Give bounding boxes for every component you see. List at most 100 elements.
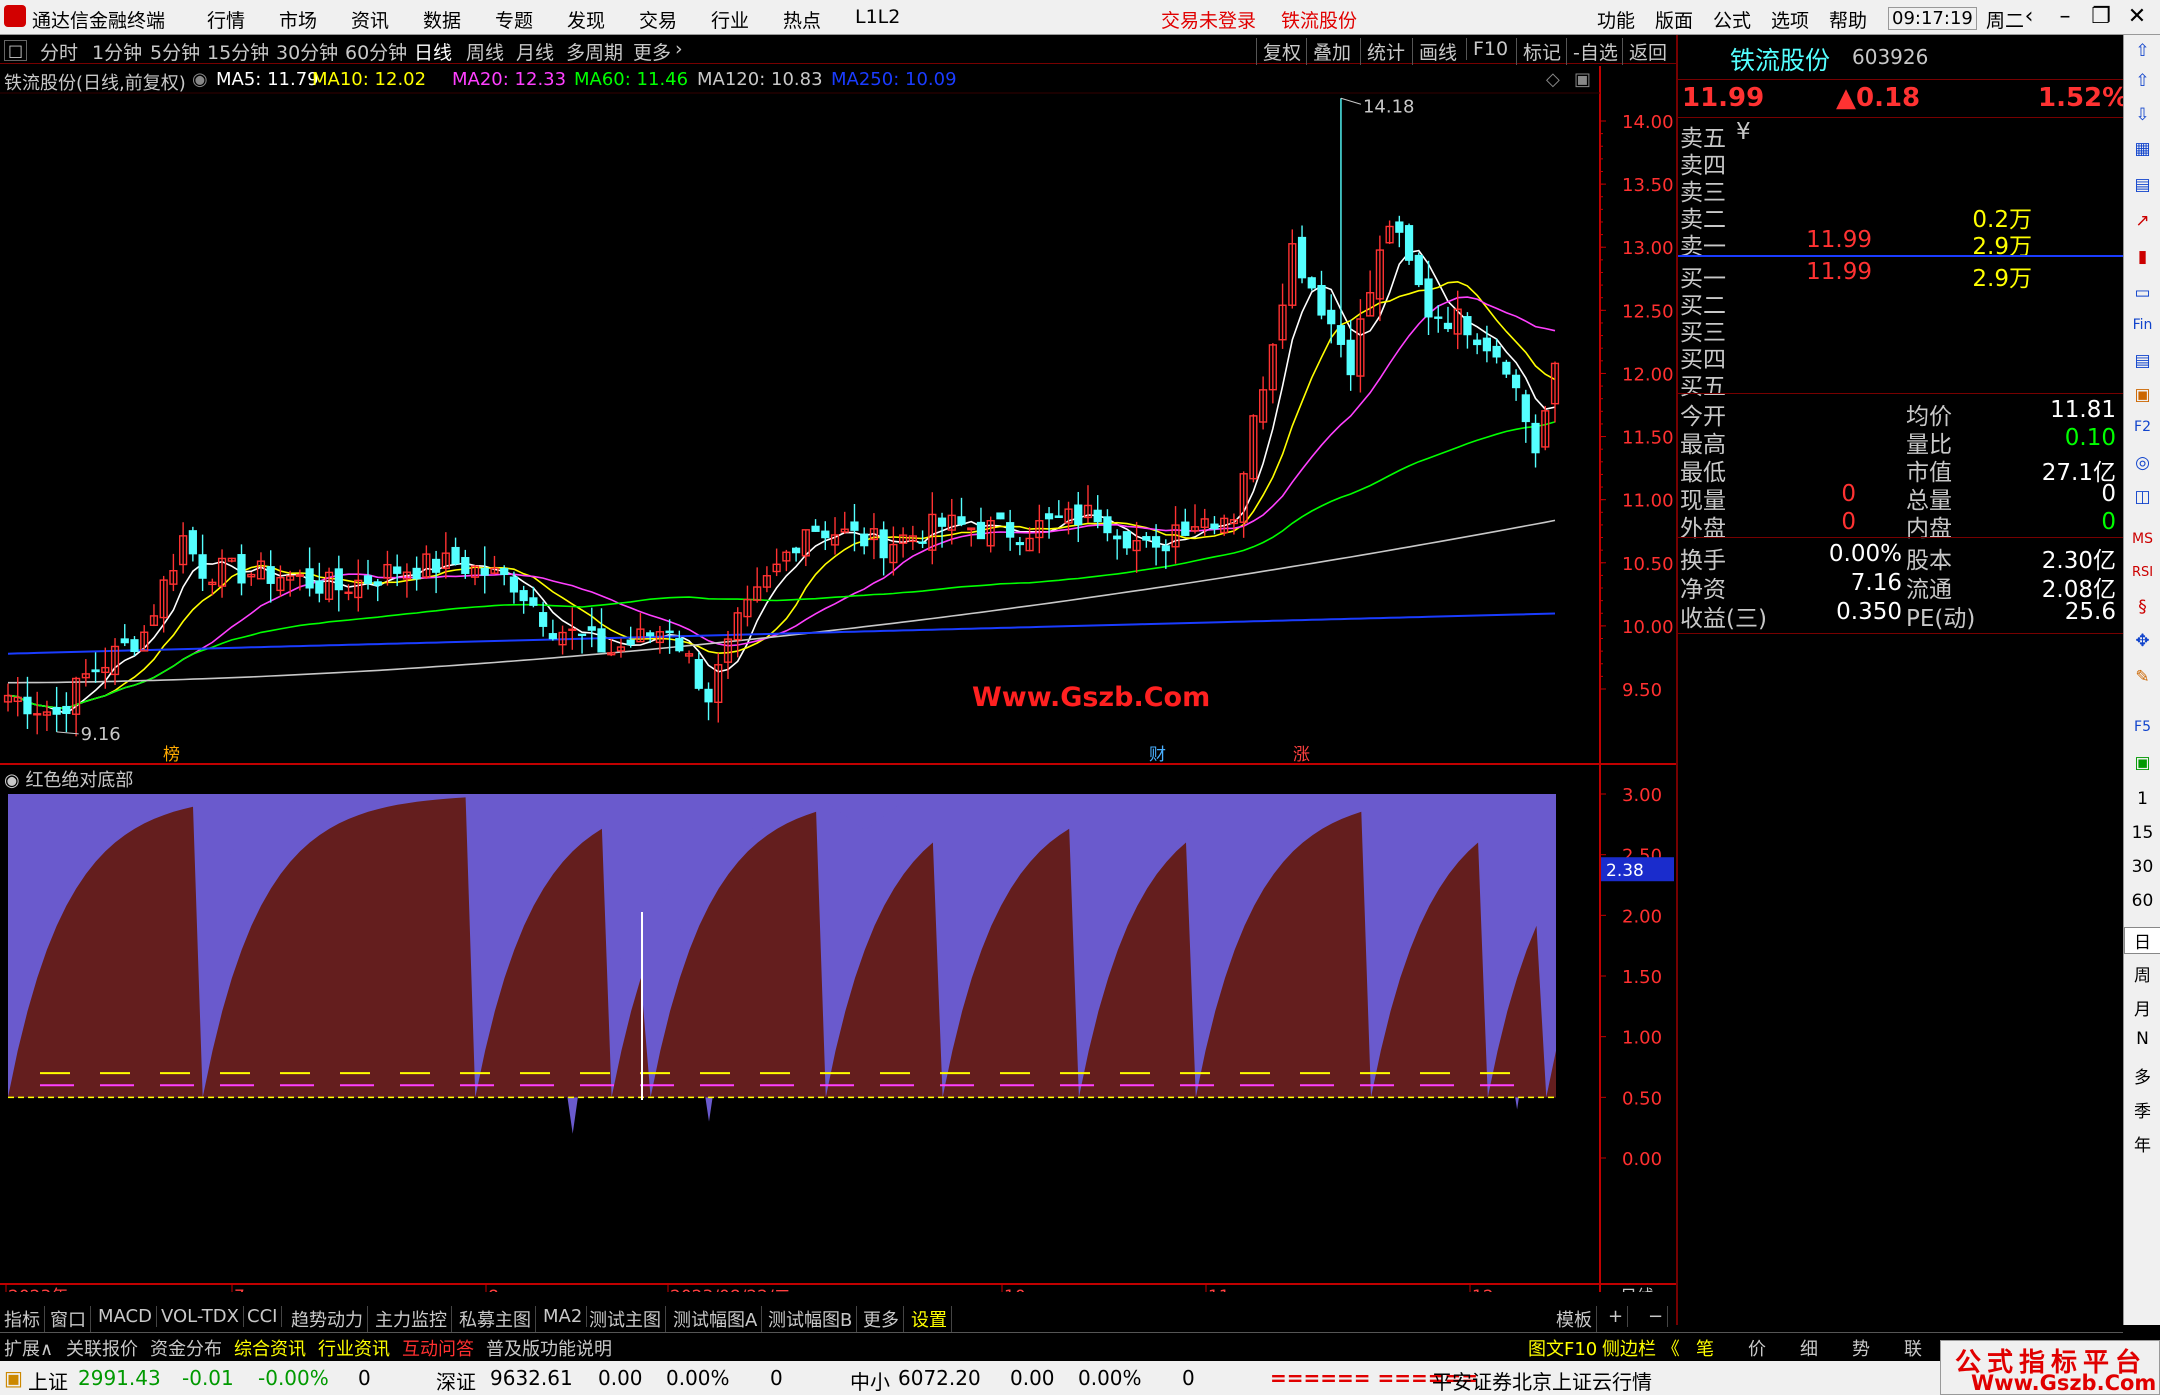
tab[interactable]: 趋势动力 [291,1306,368,1332]
pencil-icon[interactable]: ✎ [2124,667,2160,687]
quote-tab[interactable]: 细 [1800,1335,1818,1361]
toolbar-icon[interactable]: ↗ [2124,211,2160,231]
index-name[interactable]: 中小 [850,1366,890,1395]
toolbar-button[interactable]: 叠加 [1306,38,1357,65]
period-shortcut[interactable]: 多 [2124,1063,2160,1088]
tab[interactable]: 模板 [1556,1306,1597,1332]
toolbar-icon[interactable]: § [2124,597,2160,617]
period-shortcut-selected[interactable]: 日 [2124,927,2160,954]
menu-item[interactable]: 帮助 [1829,6,1867,33]
f10-button[interactable]: 图文F10 [1528,1335,1597,1361]
toolbar-icon[interactable]: ▦ [2124,139,2160,159]
toolbar-button[interactable]: 返回 [1622,38,1673,65]
toolbar-icon[interactable]: ◫ [2124,487,2160,507]
toolbar-icon[interactable]: ▤ [2124,175,2160,195]
menu-item[interactable]: 发现 [567,6,605,33]
period-tab[interactable]: 60分钟 [345,38,407,65]
menu-item[interactable]: 市场 [279,6,317,33]
period-tab[interactable]: 15分钟 [207,38,269,65]
toolbar-icon[interactable]: ✥ [2124,631,2160,651]
tab[interactable]: 指标 [4,1306,45,1332]
period-tab[interactable]: 周线 [466,38,504,65]
menu-item[interactable]: 资讯 [351,6,389,33]
toolbar-icon[interactable]: ▣ [2124,385,2160,405]
login-status[interactable]: 交易未登录 [1161,6,1256,33]
period-shortcut[interactable]: 1 [2124,789,2160,809]
toggle-icon[interactable]: □ [4,40,28,61]
period-shortcut[interactable]: N [2124,1029,2160,1049]
add-icon[interactable]: + [1608,1306,1629,1327]
tab[interactable]: 主力监控 [375,1306,452,1332]
period-tab[interactable]: 多周期 [566,38,623,65]
chevron-right-icon[interactable]: › [675,38,683,60]
toolbar-icon[interactable]: ▤ [2124,351,2160,371]
tab[interactable]: 测试幅图A [673,1306,763,1332]
period-shortcut[interactable]: 月 [2124,995,2160,1020]
quote-tab[interactable]: 笔 [1696,1335,1714,1361]
minimize-icon[interactable]: – [2048,3,2082,31]
tab[interactable]: 窗口 [50,1306,91,1332]
toolbar-icon[interactable]: MS [2124,531,2160,547]
menu-item[interactable]: 功能 [1597,6,1635,33]
tab[interactable]: CCI [247,1306,283,1327]
toolbar-button[interactable]: 画线 [1412,38,1463,65]
toolbar-button[interactable]: 标记 [1516,38,1567,65]
ext-tab[interactable]: 普及版功能说明 [486,1335,612,1361]
dropdown-icon[interactable]: ◉ [192,69,208,90]
period-shortcut[interactable]: 60 [2124,891,2160,911]
menu-item[interactable]: 交易 [639,6,677,33]
remove-icon[interactable]: − [1648,1306,1669,1327]
menu-item[interactable]: 行情 [207,6,245,33]
menu-item[interactable]: 选项 [1771,6,1809,33]
toolbar-button[interactable]: F10 [1466,38,1514,60]
period-shortcut[interactable]: 季 [2124,1097,2160,1122]
tab[interactable]: MACD [98,1306,157,1327]
quote-tab[interactable]: 价 [1748,1335,1766,1361]
kline-chart[interactable]: 14.00 13.50 13.00 12.50 12.00 11.50 11.00 10.50… [0,66,1676,1292]
close-icon[interactable]: ✕ [2120,3,2154,31]
period-tab[interactable]: 5分钟 [150,38,200,65]
toolbar-icon[interactable]: RSI [2124,565,2160,580]
toolbar-icon[interactable]: Fin [2124,317,2160,333]
ext-tab[interactable]: 行业资讯 [318,1335,390,1361]
period-tab-selected[interactable]: 日线 [414,38,452,65]
tab[interactable]: 私募主图 [459,1306,536,1332]
status-icon[interactable]: ▣ [4,1366,23,1390]
menu-item[interactable]: 数据 [423,6,461,33]
ext-tab[interactable]: 关联报价 [66,1335,138,1361]
diamond-icon[interactable]: ◇ [1546,69,1560,90]
back-icon[interactable]: ‹ [2012,3,2046,31]
tab[interactable]: MA2 [543,1306,588,1327]
sidebar-button[interactable]: 侧边栏 《 [1602,1335,1680,1361]
toolbar-icon[interactable]: ◎ [2124,453,2160,473]
period-tab[interactable]: 1分钟 [92,38,142,65]
period-shortcut[interactable]: 30 [2124,857,2160,877]
quote-tab[interactable]: 势 [1852,1335,1870,1361]
period-tab[interactable]: 30分钟 [276,38,338,65]
tab[interactable]: 更多 [863,1306,904,1332]
expand-button[interactable]: 扩展∧ [4,1335,53,1361]
toolbar-icon[interactable]: ⇧ [2124,41,2160,61]
toolbar-icon[interactable]: ▮ [2124,247,2160,267]
toolbar-icon[interactable]: ▭ [2124,283,2160,303]
tab[interactable]: 测试主图 [589,1306,666,1332]
ext-tab[interactable]: 资金分布 [150,1335,222,1361]
menu-item[interactable]: L1L2 [855,6,900,28]
tab[interactable]: 测试幅图B [768,1306,858,1332]
ext-tab[interactable]: 互动问答 [402,1335,474,1361]
menu-item[interactable]: 版面 [1655,6,1693,33]
restore-icon[interactable]: ❐ [2084,3,2118,31]
period-shortcut[interactable]: 周 [2124,961,2160,986]
period-tab[interactable]: 分时 [40,38,78,65]
tab[interactable]: VOL-TDX [161,1306,244,1327]
dropdown-icon[interactable]: ◉ [4,770,25,791]
toolbar-icon[interactable]: F2 [2124,419,2160,435]
quote-tab[interactable]: 联 [1904,1335,1922,1361]
toolbar-button[interactable]: -自选 [1566,38,1624,65]
menu-item[interactable]: 行业 [711,6,749,33]
window-icon[interactable]: ▣ [1574,69,1591,90]
toolbar-button[interactable]: 统计 [1360,38,1411,65]
index-name[interactable]: 上证 [28,1366,68,1395]
toolbar-icon[interactable]: ▣ [2124,753,2160,773]
index-name[interactable]: 深证 [436,1366,476,1395]
